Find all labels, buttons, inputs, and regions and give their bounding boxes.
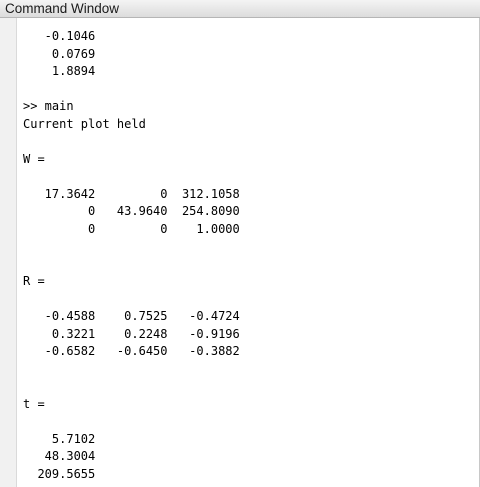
window-title: Command Window	[0, 0, 480, 18]
line-gutter	[0, 18, 17, 487]
command-window: Command Window -0.1046 0.0769 1.8894 >> …	[0, 0, 480, 487]
console-output[interactable]: -0.1046 0.0769 1.8894 >> main Current pl…	[23, 28, 475, 483]
console-area[interactable]: -0.1046 0.0769 1.8894 >> main Current pl…	[23, 28, 475, 487]
